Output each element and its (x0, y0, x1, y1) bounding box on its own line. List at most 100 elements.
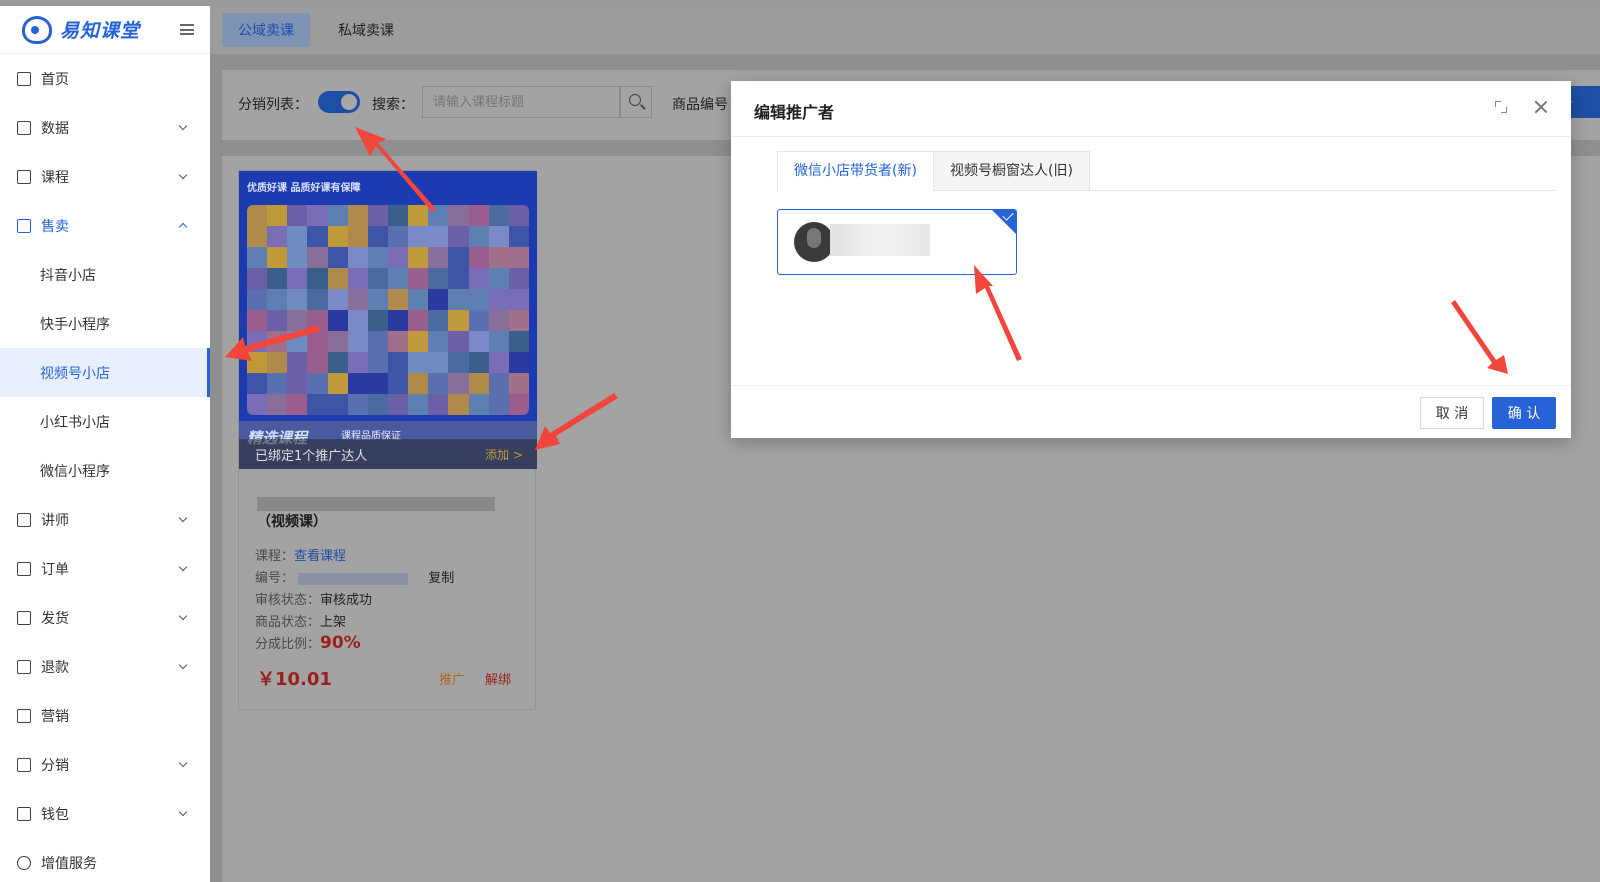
sidebar-item-order[interactable]: 订单 (0, 544, 210, 593)
mosaic-tile (408, 268, 429, 289)
tab-channels-showcase[interactable]: 视频号橱窗达人(旧) (933, 151, 1090, 191)
sidebar-item-data[interactable]: 数据 (0, 103, 210, 152)
search-input[interactable] (422, 86, 620, 118)
monitor-icon (17, 120, 31, 135)
search-button[interactable] (620, 86, 652, 118)
sidebar-sub-xiaohongshu[interactable]: 小红书小店 (0, 397, 210, 446)
mosaic-tile (327, 289, 348, 310)
promoter-name-blurred (830, 224, 930, 256)
mosaic-tile (408, 205, 429, 226)
sidebar-item-wallet[interactable]: 钱包 (0, 789, 210, 838)
sidebar: 易知课堂 首页 数据 课程 售卖 抖音小店 快手小程序 视频号小店 小红书小店 … (0, 6, 210, 882)
distribution-toggle[interactable] (318, 91, 360, 113)
mosaic-tile (508, 289, 529, 310)
mosaic-tile (247, 226, 268, 247)
promoter-option-card[interactable] (777, 209, 1017, 275)
sidebar-sub-channels[interactable]: 视频号小店 (0, 348, 210, 397)
mosaic-tile (267, 268, 288, 289)
mosaic-tile (468, 226, 489, 247)
add-promoter-link[interactable]: 添加 > (485, 446, 523, 463)
sidebar-item-refund[interactable]: 退款 (0, 642, 210, 691)
close-icon[interactable] (1533, 99, 1549, 115)
chevron-down-icon (178, 513, 188, 523)
goods-status-row: 商品状态：上架 (255, 615, 347, 630)
mosaic-tile (347, 205, 368, 226)
mosaic-tile (468, 247, 489, 268)
sidebar-item-marketing[interactable]: 营销 (0, 691, 210, 740)
course-row: 课程：查看课程 (255, 549, 347, 564)
mosaic-tile (307, 268, 328, 289)
course-cover: 优质好课 品质好课有保障 精选课程 课程品质保证 已绑定1个推广达人 添加 > (239, 171, 537, 469)
goods-code-label: 商品编号 (672, 97, 728, 113)
mosaic-tile (307, 289, 328, 310)
mosaic-tile (387, 373, 409, 394)
sidebar-sub-wechat-mini[interactable]: 微信小程序 (0, 446, 210, 495)
mosaic-tile (267, 352, 288, 373)
mosaic-tile (408, 247, 429, 268)
code-row: 编号： 复制 (255, 571, 455, 586)
mosaic-tile (267, 289, 288, 310)
mosaic-tile (448, 247, 469, 268)
mosaic-tile (508, 352, 529, 373)
home-icon (17, 71, 31, 86)
mosaic-tile (327, 247, 348, 268)
mosaic-tile (508, 268, 529, 289)
confirm-button[interactable]: 确 认 (1492, 397, 1556, 429)
sidebar-sub-douyin[interactable]: 抖音小店 (0, 250, 210, 299)
sidebar-item-course[interactable]: 课程 (0, 152, 210, 201)
mosaic-tile (387, 268, 409, 289)
chevron-down-icon (178, 121, 188, 131)
dialog-tabs: 微信小店带货者(新) 视频号橱窗达人(旧) (777, 151, 1555, 191)
unbind-link[interactable]: 解绑 (485, 669, 511, 688)
sidebar-item-lecturer[interactable]: 讲师 (0, 495, 210, 544)
mosaic-tile (428, 394, 449, 415)
mosaic-tile (287, 373, 308, 394)
chevron-up-icon (178, 222, 188, 232)
mosaic-tile (488, 373, 509, 394)
mosaic-tile (448, 394, 469, 415)
mosaic-tile (408, 226, 429, 247)
sidebar-item-label: 增值服务 (41, 855, 97, 872)
share-icon (17, 757, 31, 772)
promote-link[interactable]: 推广 (439, 669, 465, 688)
tab-wechat-shop-promoter[interactable]: 微信小店带货者(新) (777, 151, 934, 191)
sidebar-item-value-added[interactable]: 增值服务 (0, 838, 210, 882)
copy-link[interactable]: 复制 (428, 571, 454, 586)
sidebar-item-home[interactable]: 首页 (0, 54, 210, 103)
chevron-down-icon (178, 170, 188, 180)
view-course-link[interactable]: 查看课程 (294, 549, 346, 564)
mosaic-tile (508, 310, 529, 331)
edit-promoter-dialog: 编辑推广者 微信小店带货者(新) 视频号橱窗达人(旧) 取 消 确 认 (731, 81, 1571, 438)
chevron-down-icon (178, 562, 188, 572)
cancel-button[interactable]: 取 消 (1420, 397, 1484, 429)
mosaic-tile (468, 331, 489, 352)
course-card: 优质好课 品质好课有保障 精选课程 课程品质保证 已绑定1个推广达人 添加 > … (238, 170, 537, 710)
mosaic-tile (508, 331, 529, 352)
mosaic-tile (468, 205, 489, 226)
sidebar-item-distribution[interactable]: 分销 (0, 740, 210, 789)
mosaic-tile (448, 373, 469, 394)
mosaic-tile (307, 205, 328, 226)
sidebar-item-label: 营销 (41, 708, 69, 725)
mosaic-tile (408, 373, 429, 394)
sidebar-item-sell[interactable]: 售卖 (0, 201, 210, 250)
mosaic-tile (307, 352, 328, 373)
mosaic-tile (508, 226, 529, 247)
wallet-icon (17, 806, 31, 821)
mosaic-tile (347, 352, 368, 373)
printer-icon (17, 610, 31, 625)
mosaic-tile (287, 268, 308, 289)
sidebar-item-ship[interactable]: 发货 (0, 593, 210, 642)
mosaic-tile (327, 310, 348, 331)
tab-private-sell[interactable]: 私域卖课 (322, 13, 410, 47)
expand-icon[interactable] (1495, 101, 1507, 113)
tab-public-sell[interactable]: 公域卖课 (222, 13, 310, 47)
mosaic-tile (408, 289, 429, 310)
mosaic-tile (367, 289, 388, 310)
mosaic-tile (387, 247, 409, 268)
mosaic-tile (327, 352, 348, 373)
sidebar-sub-kuaishou[interactable]: 快手小程序 (0, 299, 210, 348)
sidebar-item-label: 分销 (41, 757, 69, 774)
menu-collapse-icon[interactable] (180, 24, 194, 35)
cover-mosaic (247, 205, 529, 415)
